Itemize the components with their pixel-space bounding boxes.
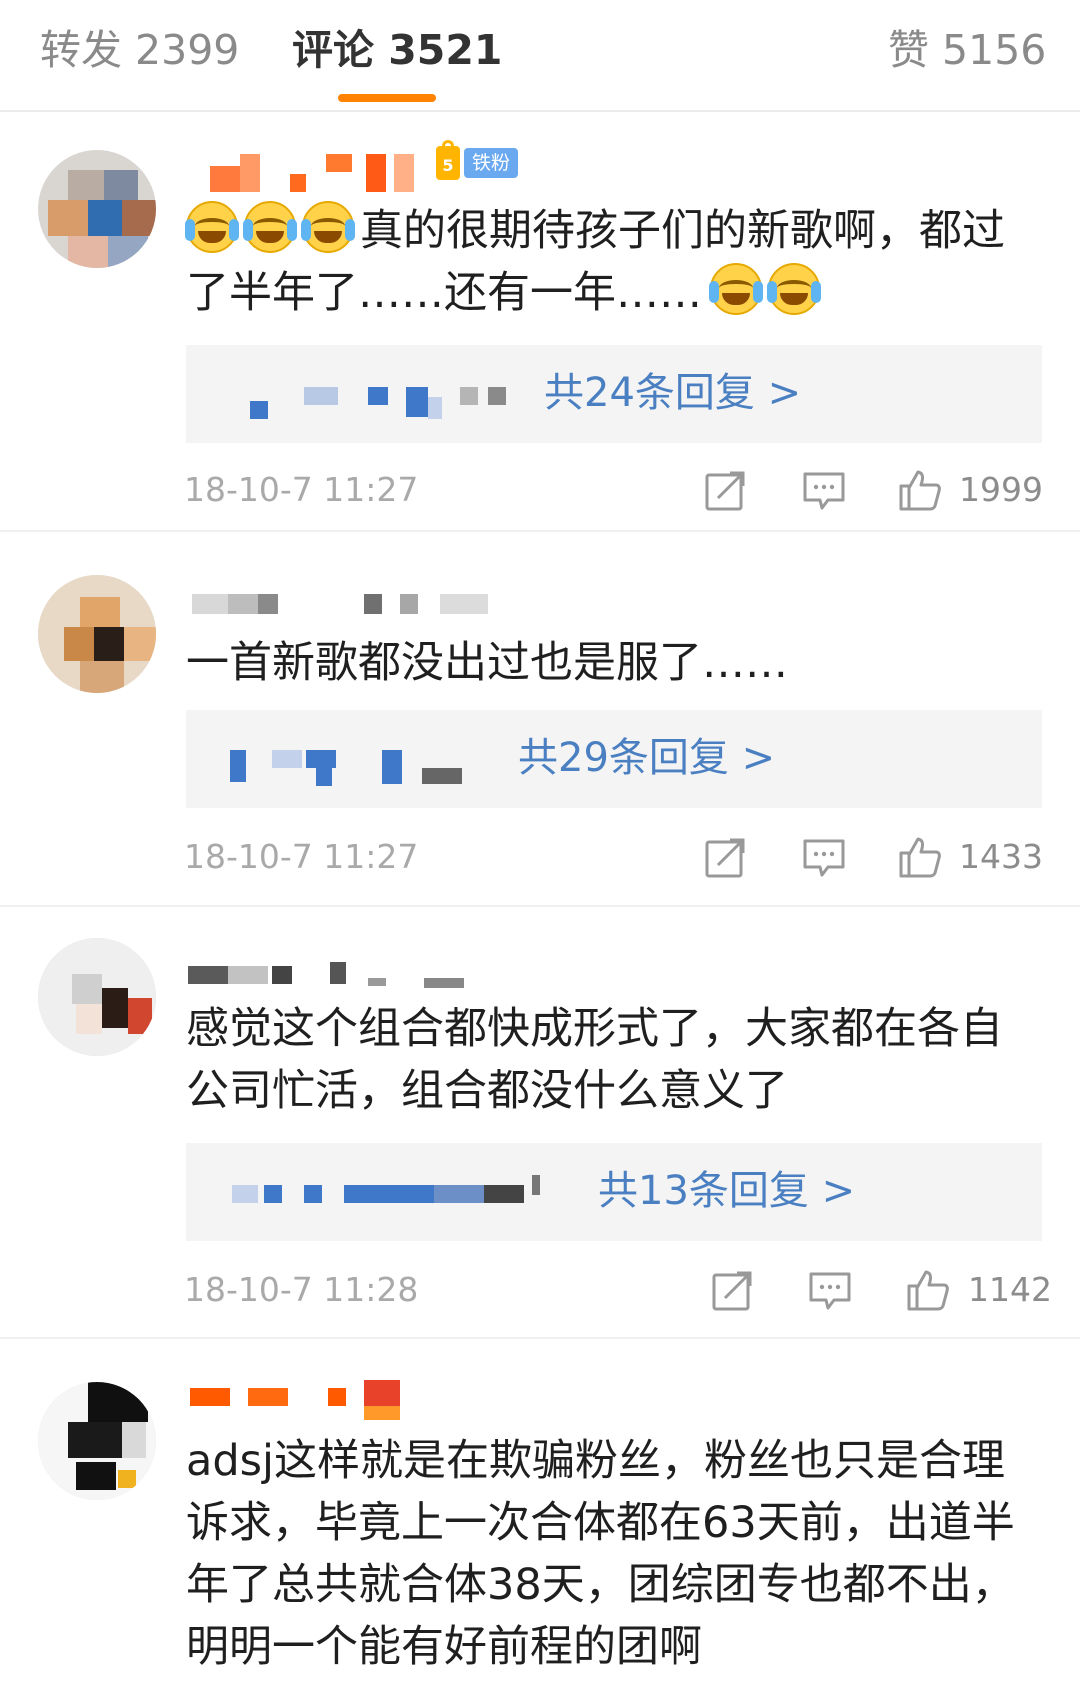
view-replies-link[interactable]: 共24条回复 > <box>544 367 801 419</box>
thumbs-up-icon[interactable] <box>898 835 942 879</box>
thumbs-up-icon[interactable] <box>898 468 942 512</box>
comment-meta: 18-10-7 11:27 1433 <box>184 832 1044 882</box>
tab-repost[interactable]: 转发 2399 <box>40 22 239 78</box>
comment-time: 18-10-7 11:27 <box>184 470 419 509</box>
comment-text-line: adsj这样就是在欺骗粉丝，粉丝也只是合理 <box>186 1436 1005 1486</box>
username[interactable] <box>188 150 428 194</box>
avatar[interactable] <box>38 575 156 693</box>
reply-preview-names <box>186 1143 576 1241</box>
like-count: 1433 <box>959 837 1043 876</box>
avatar[interactable] <box>38 938 156 1056</box>
username[interactable] <box>188 586 508 630</box>
username[interactable] <box>188 1380 428 1424</box>
username[interactable] <box>188 952 488 996</box>
comment-text-line: 诉求，毕竟上一次合体都在63天前，出道半 <box>186 1498 1015 1548</box>
active-tab-indicator <box>338 94 436 102</box>
tab-like[interactable]: 赞 5156 <box>888 22 1046 78</box>
comment-time: 18-10-7 11:27 <box>184 837 419 876</box>
comment-text: 真的很期待孩子们的新歌啊，都过 了半年了……还有一年…… <box>185 200 1046 324</box>
laugh-cry-emoji-icon <box>767 263 821 315</box>
comment-meta: 18-10-7 11:28 1142 <box>184 1265 1052 1315</box>
comment-meta: 18-10-7 11:27 1999 <box>184 465 1044 515</box>
comment-text-line: 公司忙活，组合都没什么意义了 <box>186 1066 788 1116</box>
share-icon[interactable] <box>711 1268 755 1312</box>
fan-badge[interactable]: 5 铁粉 <box>436 140 519 180</box>
comment-text-line: 年了总共就合体38天，团综团专也都不出， <box>186 1560 1015 1610</box>
comment-text-line: 真的很期待孩子们的新歌啊，都过 <box>360 206 1005 256</box>
comment-icon[interactable] <box>802 468 846 512</box>
like-count: 1142 <box>968 1270 1052 1309</box>
reply-preview-names <box>186 710 486 808</box>
avatar[interactable] <box>38 150 156 268</box>
share-icon[interactable] <box>704 468 748 512</box>
fan-level-icon: 5 <box>436 140 460 180</box>
divider <box>0 905 1080 907</box>
laugh-cry-emoji-icon <box>185 201 239 253</box>
avatar[interactable] <box>38 1382 156 1500</box>
fan-badge-label: 铁粉 <box>464 148 519 178</box>
tab-bar: 转发 2399 评论 3521 赞 5156 <box>0 0 1080 112</box>
replies-box[interactable]: 共13条回复 > <box>186 1143 1042 1241</box>
view-replies-link[interactable]: 共29条回复 > <box>518 732 775 784</box>
comment-icon[interactable] <box>802 835 846 879</box>
divider <box>0 1337 1080 1339</box>
laugh-cry-emoji-icon <box>301 201 355 253</box>
comment-icon[interactable] <box>808 1268 852 1312</box>
thumbs-up-icon[interactable] <box>906 1268 950 1312</box>
comment-time: 18-10-7 11:28 <box>184 1270 419 1309</box>
comment-text-line: 明明一个能有好前程的团啊 <box>186 1622 702 1672</box>
laugh-cry-emoji-icon <box>709 263 763 315</box>
replies-box[interactable]: 共29条回复 > <box>186 710 1042 808</box>
comment-text-line: 了半年了……还有一年…… <box>186 268 702 318</box>
view-replies-link[interactable]: 共13条回复 > <box>598 1165 855 1217</box>
like-count: 1999 <box>959 470 1043 509</box>
comment-text: adsj这样就是在欺骗粉丝，粉丝也只是合理 诉求，毕竟上一次合体都在63天前，出… <box>186 1430 1046 1678</box>
laugh-cry-emoji-icon <box>243 201 297 253</box>
tab-comment[interactable]: 评论 3521 <box>292 22 502 78</box>
comment-text: 一首新歌都没出过也是服了…… <box>186 638 788 688</box>
reply-preview-names <box>186 345 526 443</box>
comment-text-line: 感觉这个组合都快成形式了，大家都在各自 <box>186 1004 1003 1054</box>
replies-box[interactable]: 共24条回复 > <box>186 345 1042 443</box>
comment-text: 感觉这个组合都快成形式了，大家都在各自 公司忙活，组合都没什么意义了 <box>186 998 1046 1122</box>
share-icon[interactable] <box>704 835 748 879</box>
divider <box>0 530 1080 532</box>
